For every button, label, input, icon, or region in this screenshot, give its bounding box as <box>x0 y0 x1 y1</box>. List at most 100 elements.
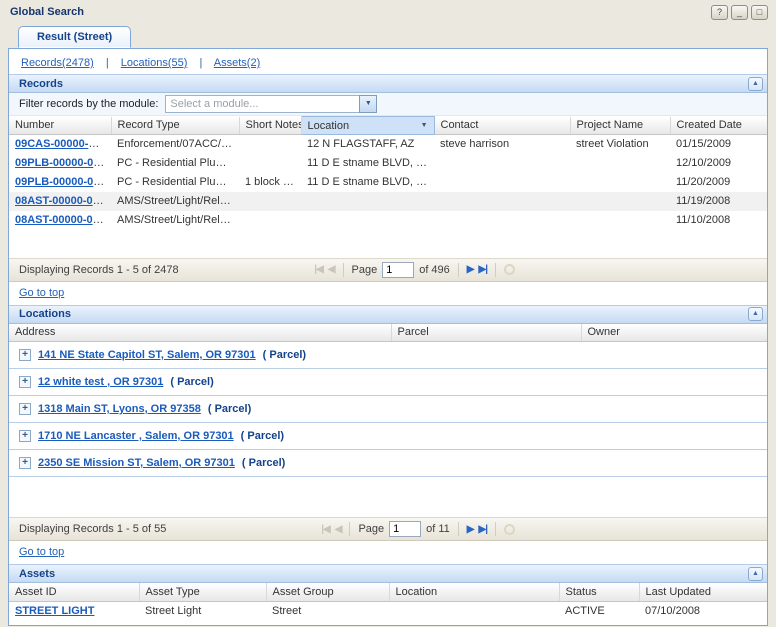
maximize-button[interactable]: □ <box>751 5 768 20</box>
asset-id-link[interactable]: STREET LIGHT <box>15 605 94 617</box>
assets-collapse-button[interactable]: ▲ <box>748 567 763 581</box>
refresh-icon[interactable] <box>504 524 515 535</box>
prev-page-icon[interactable]: ◀ <box>328 264 335 275</box>
short-notes-cell <box>239 154 301 173</box>
short-notes-cell <box>239 192 301 211</box>
expand-plus-icon[interactable]: + <box>19 376 31 388</box>
column-header-asset-type[interactable]: Asset Type <box>139 583 266 601</box>
next-page-icon[interactable]: ▶ <box>467 524 474 535</box>
tab-result-street[interactable]: Result (Street) <box>18 26 131 48</box>
record-number-link[interactable]: 09PLB-00000-00066 <box>15 157 111 169</box>
expand-plus-icon[interactable]: + <box>19 430 31 442</box>
records-filter-row: Filter records by the module: Select a m… <box>9 93 767 116</box>
locations-go-to-top-link[interactable]: Go to top <box>19 546 64 558</box>
short-notes-cell: 1 block past... <box>239 173 301 192</box>
column-header-asset-id[interactable]: Asset ID <box>9 583 139 601</box>
project-name-cell <box>570 192 670 211</box>
column-header-created-date[interactable]: Created Date <box>670 117 767 135</box>
page-label: Page <box>358 523 384 535</box>
locations-page-input[interactable] <box>389 521 421 537</box>
column-header-asset-status[interactable]: Status <box>559 583 639 601</box>
contact-cell <box>434 154 570 173</box>
locations-count-link[interactable]: Locations(55) <box>121 57 188 69</box>
column-menu-icon[interactable]: ▼ <box>421 120 428 132</box>
parcel-suffix-label: ( Parcel) <box>242 457 285 469</box>
pager-divider <box>495 522 496 536</box>
window-titlebar: Global Search ? _ □ <box>0 0 776 22</box>
last-page-icon[interactable]: ▶| <box>479 264 488 275</box>
records-collapse-button[interactable]: ▲ <box>748 77 763 91</box>
locations-go-top-row: Go to top <box>9 541 767 564</box>
column-header-asset-group[interactable]: Asset Group <box>266 583 389 601</box>
expand-plus-icon[interactable]: + <box>19 403 31 415</box>
short-notes-cell <box>239 211 301 230</box>
created-date-cell: 11/19/2008 <box>670 192 767 211</box>
records-go-to-top-link[interactable]: Go to top <box>19 287 64 299</box>
asset-location-cell <box>389 601 559 620</box>
records-row: 08AST-00000-00226 AMS/Street/Light/Relam… <box>9 192 767 211</box>
location-address-link[interactable]: 1318 Main ST, Lyons, OR 97358 <box>38 403 201 415</box>
parcel-suffix-label: ( Parcel) <box>241 430 284 442</box>
first-page-icon[interactable]: |◀ <box>321 524 330 535</box>
collapse-arrow-icon: ▲ <box>752 80 759 87</box>
project-name-cell <box>570 173 670 192</box>
created-date-cell: 01/15/2009 <box>670 135 767 154</box>
location-row: + 1710 NE Lancaster , Salem, OR 97301 ( … <box>9 423 767 450</box>
project-name-cell: street Violation <box>570 135 670 154</box>
location-address-link[interactable]: 12 white test , OR 97301 <box>38 376 163 388</box>
column-header-short-notes[interactable]: Short Notes <box>239 117 301 135</box>
dropdown-arrow-icon: ▼ <box>359 95 377 113</box>
column-header-owner[interactable]: Owner <box>581 324 767 342</box>
asset-group-cell: Street <box>266 601 389 620</box>
link-separator: | <box>106 57 109 69</box>
locations-collapse-button[interactable]: ▲ <box>748 307 763 321</box>
record-type-cell: PC - Residential Plumbing <box>111 154 239 173</box>
column-header-record-type[interactable]: Record Type <box>111 117 239 135</box>
locations-section-header: Locations ▲ <box>9 305 767 324</box>
next-page-icon[interactable]: ▶ <box>467 264 474 275</box>
column-header-address[interactable]: Address <box>9 324 391 342</box>
module-filter-select[interactable]: Select a module... ▼ <box>165 95 377 113</box>
column-header-location-label: Location <box>308 120 350 132</box>
locations-section-title: Locations <box>19 308 71 320</box>
help-button[interactable]: ? <box>711 5 728 20</box>
column-header-contact[interactable]: Contact <box>434 117 570 135</box>
location-address-link[interactable]: 1710 NE Lancaster , Salem, OR 97301 <box>38 430 234 442</box>
refresh-icon[interactable] <box>504 264 515 275</box>
column-header-last-updated[interactable]: Last Updated <box>639 583 767 601</box>
contact-cell: steve harrison <box>434 135 570 154</box>
first-page-icon[interactable]: |◀ <box>314 264 323 275</box>
column-header-asset-location[interactable]: Location <box>389 583 559 601</box>
page-of-label: of 11 <box>426 523 450 535</box>
parcel-suffix-label: ( Parcel) <box>170 376 213 388</box>
collapse-arrow-icon: ▲ <box>752 310 759 317</box>
assets-header-row: Asset ID Asset Type Asset Group Location… <box>9 583 767 601</box>
expand-plus-icon[interactable]: + <box>19 349 31 361</box>
record-number-link[interactable]: 08AST-00000-00119 <box>15 214 111 226</box>
expand-plus-icon[interactable]: + <box>19 457 31 469</box>
last-page-icon[interactable]: ▶| <box>479 524 488 535</box>
location-address-link[interactable]: 141 NE State Capitol ST, Salem, OR 97301 <box>38 349 256 361</box>
column-header-parcel[interactable]: Parcel <box>391 324 581 342</box>
column-header-location[interactable]: Location ▼ <box>301 117 434 135</box>
location-cell: 11 D E stname BLVD, SUITE u... <box>301 173 434 192</box>
created-date-cell: 11/20/2009 <box>670 173 767 192</box>
records-status-text: Displaying Records 1 - 5 of 2478 <box>19 264 179 276</box>
records-count-link[interactable]: Records(2478) <box>21 57 94 69</box>
records-page-input[interactable] <box>382 262 414 278</box>
record-number-link[interactable]: 09CAS-00000-00004 <box>15 138 111 150</box>
record-number-link[interactable]: 08AST-00000-00226 <box>15 195 111 207</box>
assets-count-link[interactable]: Assets(2) <box>214 57 260 69</box>
location-row: + 1318 Main ST, Lyons, OR 97358 ( Parcel… <box>9 396 767 423</box>
record-type-cell: Enforcement/07ACC/03799/C... <box>111 135 239 154</box>
result-panel: Records(2478) | Locations(55) | Assets(2… <box>8 48 768 626</box>
locations-pager-bar: Displaying Records 1 - 5 of 55 |◀ ◀ Page… <box>9 517 767 541</box>
records-pager: |◀ ◀ Page of 496 ▶ ▶| <box>314 262 515 278</box>
created-date-cell: 12/10/2009 <box>670 154 767 173</box>
column-header-project-name[interactable]: Project Name <box>570 117 670 135</box>
prev-page-icon[interactable]: ◀ <box>335 524 342 535</box>
minimize-button[interactable]: _ <box>731 5 748 20</box>
column-header-number[interactable]: Number <box>9 117 111 135</box>
location-address-link[interactable]: 2350 SE Mission ST, Salem, OR 97301 <box>38 457 235 469</box>
record-number-link[interactable]: 09PLB-00000-00045 <box>15 176 111 188</box>
